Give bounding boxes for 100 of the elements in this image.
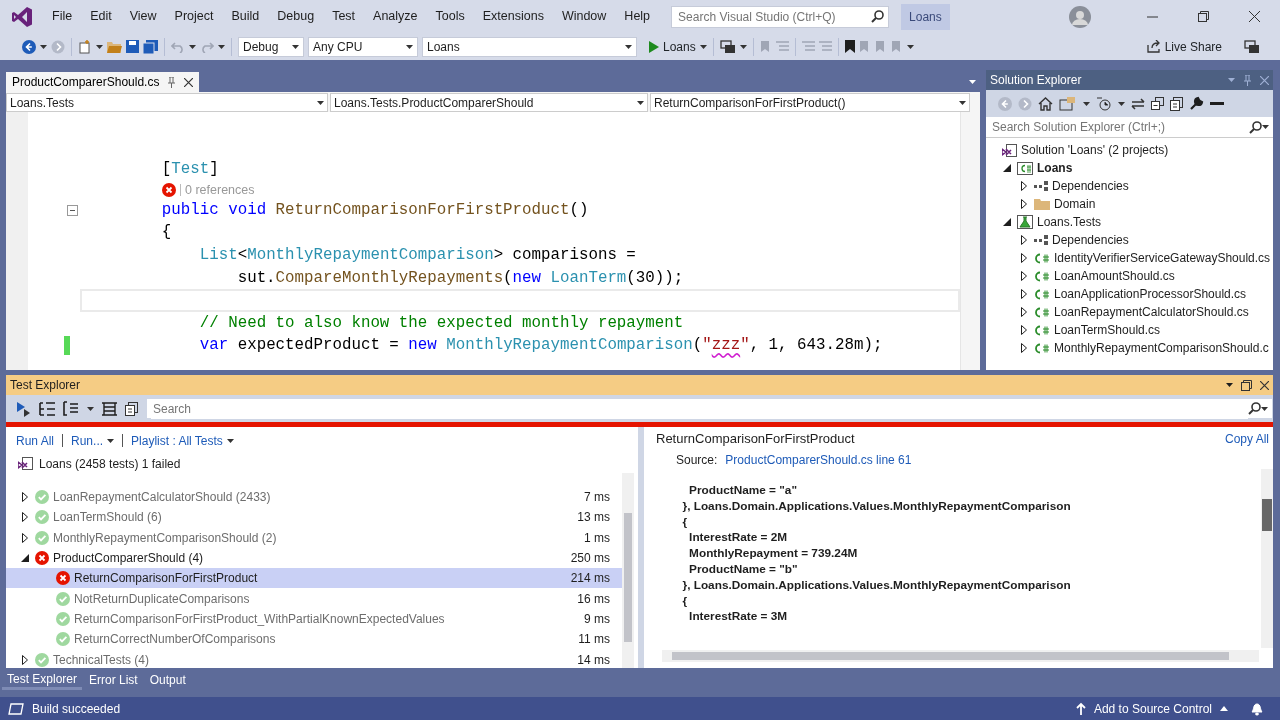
collapsed-arrow-icon[interactable] [1020, 253, 1027, 263]
menu-item[interactable]: Tools [426, 7, 474, 26]
menu-item[interactable]: Build [222, 7, 269, 26]
dropdown-icon[interactable] [969, 80, 976, 84]
menu-item[interactable]: File [43, 7, 82, 26]
collapsed-arrow-icon[interactable] [21, 512, 28, 523]
panel-tab[interactable]: Test Explorer [2, 670, 83, 690]
collapse-all-icon[interactable] [1151, 97, 1164, 110]
editor-scrollbar[interactable] [960, 112, 980, 370]
save-icon[interactable] [126, 40, 139, 53]
tree-item[interactable]: Loans.Tests [986, 213, 1273, 231]
tree-item[interactable]: Dependencies [986, 177, 1273, 195]
scrollbar[interactable] [1261, 469, 1273, 648]
editor-tab[interactable]: ProductComparerShould.cs [6, 72, 200, 92]
tree-item[interactable]: Domain [986, 195, 1273, 213]
scrollbar[interactable] [622, 473, 634, 668]
test-row[interactable]: NotReturnDuplicateComparisons 16 ms [6, 588, 622, 609]
caret-icon[interactable] [96, 44, 103, 49]
close-icon[interactable] [1260, 380, 1269, 390]
tree-item[interactable]: LoanApplicationProcessorShould.cs [986, 285, 1273, 303]
run-failed-tests-icon[interactable] [14, 400, 31, 417]
test-row[interactable]: ProductComparerShould (4) 250 ms [6, 547, 622, 569]
menu-item[interactable]: Help [615, 7, 660, 26]
search-field[interactable]: Search Visual Studio (Ctrl+Q) [671, 5, 890, 28]
tree-item[interactable]: LoanTermShould.cs [986, 321, 1273, 339]
wrench-icon[interactable] [1189, 96, 1204, 111]
test-row[interactable]: LoanRepaymentCalculatorShould (2433) 7 ms [6, 487, 622, 508]
panel-tab[interactable]: Output [144, 670, 191, 690]
platform-dropdown[interactable]: Any CPU [308, 36, 418, 57]
menu-item[interactable]: Extensions [473, 7, 553, 26]
pin-icon[interactable] [1243, 74, 1252, 86]
back-icon[interactable] [22, 39, 36, 54]
copy-icon[interactable] [125, 401, 138, 416]
menu-item[interactable]: Analyze [364, 7, 427, 26]
navigation-dropdown[interactable]: Loans.Tests.ProductComparerShould [330, 93, 648, 112]
collapsed-arrow-icon[interactable] [1020, 235, 1027, 245]
collapsed-arrow-icon[interactable] [1020, 307, 1027, 317]
source-control-button[interactable]: Add to Source Control [1075, 699, 1228, 718]
expand-all-icon[interactable] [102, 401, 117, 416]
collapsed-arrow-icon[interactable] [21, 654, 28, 665]
expanded-arrow-icon[interactable] [20, 554, 29, 563]
search-field[interactable]: Search [146, 398, 1273, 419]
tree-item[interactable]: Dependencies [986, 231, 1273, 249]
test-row[interactable]: TechnicalTests (4) 14 ms [6, 649, 622, 668]
close-icon[interactable] [1249, 11, 1260, 22]
restore-icon[interactable] [1198, 11, 1209, 22]
tree-item[interactable]: IdentityVerifierServiceGatewayShould.cs [986, 249, 1273, 267]
menu-item[interactable]: Window [552, 7, 616, 26]
failed-icon[interactable] [162, 182, 176, 197]
caret-icon[interactable] [1118, 101, 1125, 106]
collapsed-arrow-icon[interactable] [1020, 271, 1027, 281]
caret-icon[interactable] [1083, 101, 1090, 106]
scrollbar[interactable] [662, 650, 1259, 662]
sync-icon[interactable] [1131, 97, 1145, 110]
tree-item[interactable]: Loans [986, 159, 1273, 177]
bookmark-icon[interactable] [844, 40, 855, 53]
test-row[interactable]: ReturnComparisonForFirstProduct_WithPartialKnownExpectedValues 9 ms [6, 608, 622, 630]
tree-item[interactable]: LoanRepaymentCalculatorShould.cs [986, 303, 1273, 321]
expanded-arrow-icon[interactable] [1002, 218, 1011, 226]
collapsed-arrow-icon[interactable] [1020, 199, 1027, 209]
group-by-icon[interactable] [63, 401, 79, 416]
menu-item[interactable]: Project [165, 7, 223, 26]
dropdown-icon[interactable] [1226, 383, 1233, 387]
restore-icon[interactable] [1241, 379, 1252, 391]
navigation-dropdown[interactable]: Loans.Tests [6, 93, 328, 112]
tree-item[interactable]: LoanAmountShould.cs [986, 267, 1273, 285]
collapsed-arrow-icon[interactable] [21, 492, 28, 503]
menu-item[interactable]: Edit [81, 7, 121, 26]
collapsed-arrow-icon[interactable] [1020, 181, 1027, 191]
menu-item[interactable]: View [120, 7, 166, 26]
source-link[interactable]: ProductComparerShould.cs line 61 [725, 451, 912, 469]
expanded-arrow-icon[interactable] [1002, 164, 1011, 172]
copy-icon[interactable] [1170, 96, 1183, 111]
feedback-icon[interactable] [719, 39, 736, 54]
visual-studio-logo[interactable] [11, 5, 33, 28]
panel-tab[interactable]: Error List [84, 670, 143, 690]
test-row[interactable]: LoanTermShould (6) 13 ms [6, 507, 622, 528]
caret-icon[interactable] [739, 44, 747, 49]
history-icon[interactable] [1096, 96, 1112, 111]
navigation-dropdown[interactable]: ReturnComparisonForFirstProduct() [650, 93, 970, 112]
run-button[interactable]: Loans [649, 37, 696, 56]
save-all-icon[interactable] [143, 39, 158, 54]
test-row[interactable]: MonthlyRepaymentComparisonShould (2) 1 ms [6, 527, 622, 548]
caret-icon[interactable] [906, 44, 914, 49]
copy-all-link[interactable]: Copy All [1224, 430, 1269, 448]
collapsed-arrow-icon[interactable] [1020, 343, 1027, 353]
tree-item[interactable]: Solution 'Loans' (2 projects) [986, 141, 1273, 159]
minimize-icon[interactable] [1147, 15, 1158, 18]
collapsed-arrow-icon[interactable] [21, 532, 28, 543]
caret-icon[interactable] [87, 406, 94, 411]
switch-views-icon[interactable] [1059, 96, 1077, 111]
caret-icon[interactable] [699, 44, 707, 49]
pin-icon[interactable] [167, 76, 177, 88]
startup-project-dropdown[interactable]: Loans [422, 36, 637, 57]
tree-item[interactable]: MonthlyRepaymentComparisonShould.c [986, 339, 1273, 357]
home-icon[interactable] [1038, 96, 1053, 111]
hierarchy-icon[interactable] [39, 401, 55, 416]
collapsed-arrow-icon[interactable] [1020, 325, 1027, 335]
action-link[interactable]: Run All [16, 431, 55, 450]
configuration-dropdown[interactable]: Debug [238, 36, 304, 57]
